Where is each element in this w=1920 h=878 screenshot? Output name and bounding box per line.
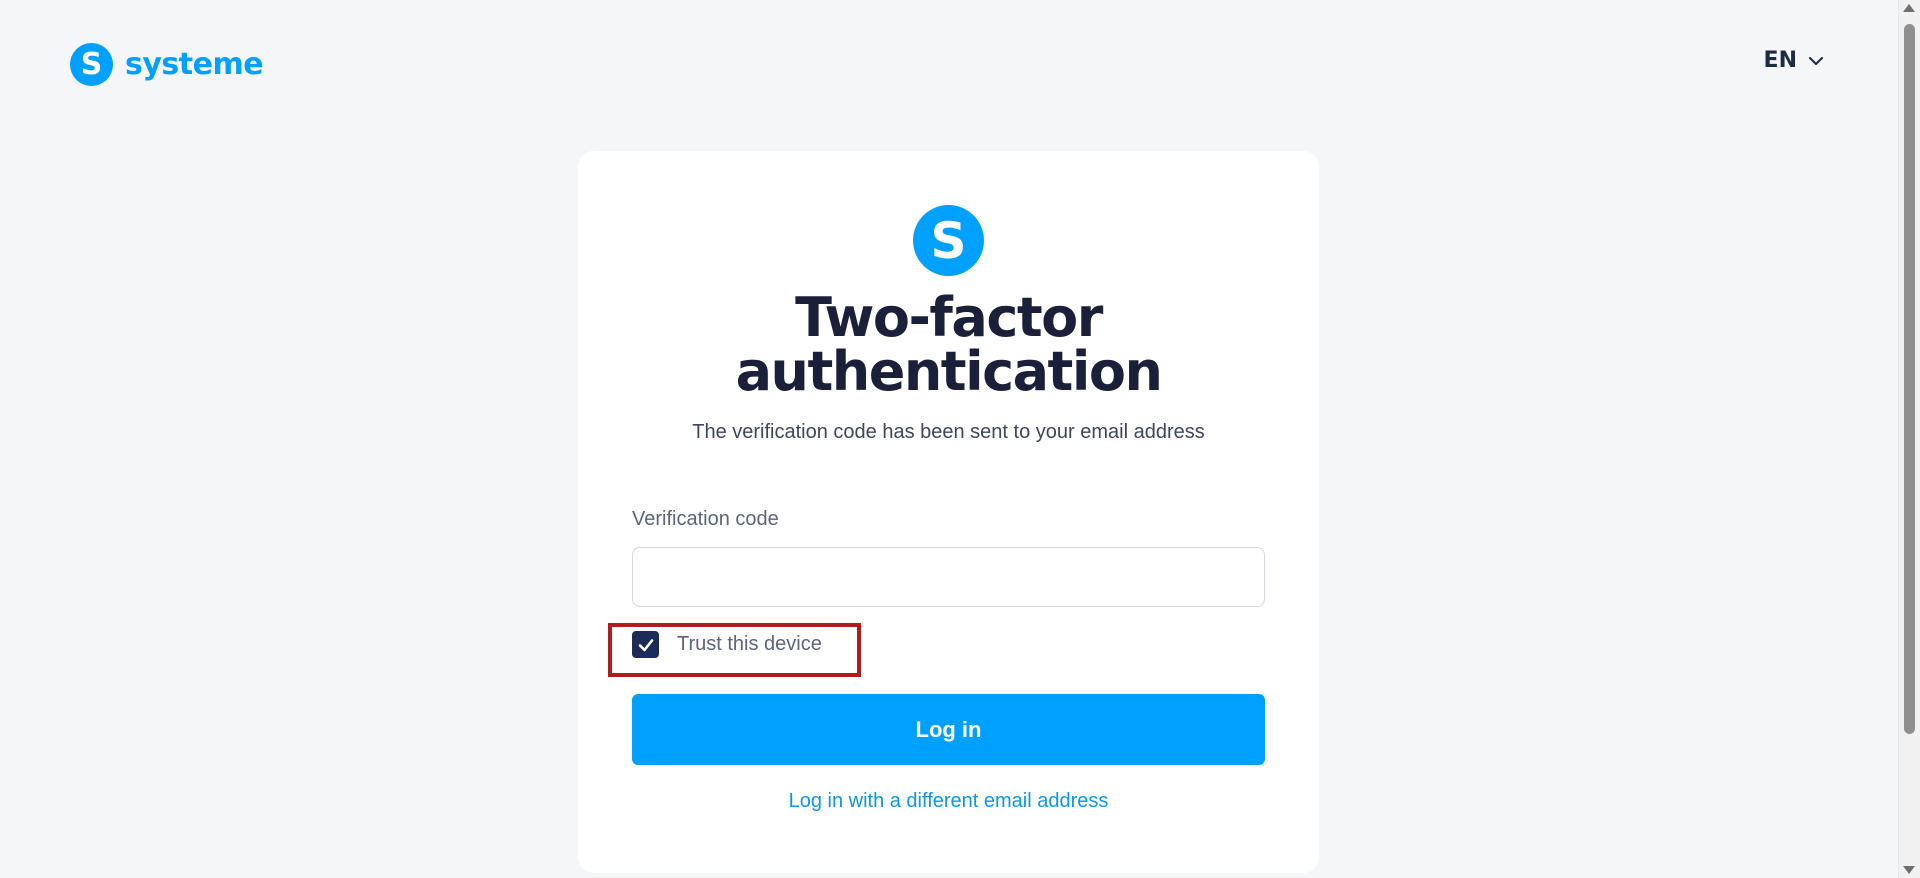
trust-device-checkbox-row[interactable]: Trust this device [632, 631, 822, 658]
vertical-scrollbar[interactable] [1898, 0, 1920, 878]
logo-text: systeme [125, 47, 264, 82]
page-title: Two-factor authentication [578, 291, 1319, 399]
scroll-up-arrow-icon[interactable] [1903, 4, 1915, 12]
login-page: S systeme EN S Two-factor authentication… [0, 0, 1920, 878]
title-line-2: authentication [735, 340, 1163, 403]
checkmark-icon [638, 638, 653, 651]
card-logo-icon: S [913, 205, 984, 276]
language-label: EN [1763, 48, 1797, 73]
scroll-down-arrow-icon[interactable] [1903, 866, 1915, 874]
chevron-down-icon [1809, 56, 1823, 65]
page-subtitle: The verification code has been sent to y… [692, 421, 1205, 443]
brand-logo[interactable]: S systeme [70, 43, 264, 86]
scrollbar-thumb[interactable] [1904, 24, 1915, 734]
different-email-link[interactable]: Log in with a different email address [578, 790, 1319, 813]
verification-code-label: Verification code [632, 508, 779, 530]
login-button[interactable]: Log in [632, 694, 1265, 765]
title-line-1: Two-factor [795, 286, 1103, 349]
language-selector[interactable]: EN [1764, 48, 1825, 73]
auth-card: S Two-factor authentication The verifica… [578, 151, 1319, 873]
trust-device-label: Trust this device [677, 633, 822, 655]
trust-device-checkbox[interactable] [632, 631, 659, 658]
logo-icon: S [70, 43, 113, 86]
verification-code-input[interactable] [632, 547, 1265, 607]
